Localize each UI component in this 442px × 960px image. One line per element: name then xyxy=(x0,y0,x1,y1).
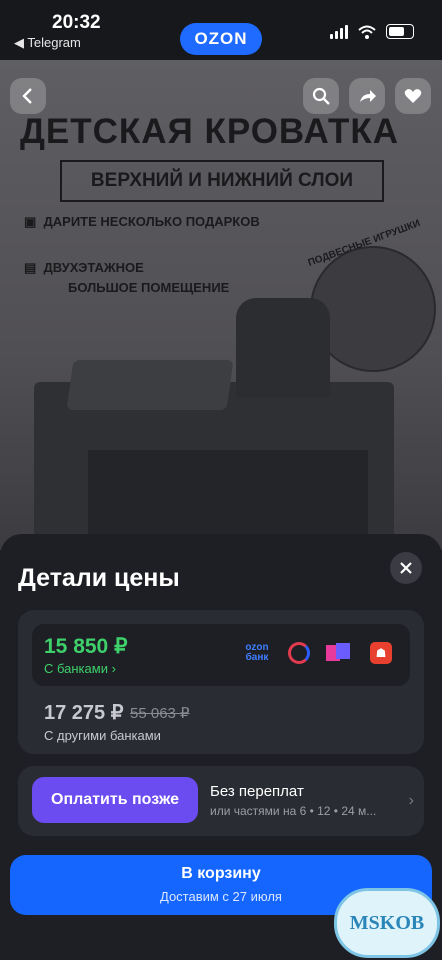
other-bank-price: 17 275 ₽ xyxy=(44,702,124,724)
gift-feature-text: ▣ ДАРИТЕ НЕСКОЛЬКО ПОДАРКОВ xyxy=(24,214,260,229)
other-bank-label: С другими банками xyxy=(44,728,161,743)
bunk-feature-text: ▤ ДВУХЭТАЖНОЕ xyxy=(24,260,144,275)
share-icon xyxy=(360,90,376,102)
pay-later-title: Без переплат xyxy=(210,783,304,800)
back-to-app-link[interactable]: ◀ Telegram xyxy=(14,35,81,51)
ozon-logo-pill: OZON xyxy=(180,23,262,55)
chevron-left-icon xyxy=(22,88,32,104)
bank-price-link[interactable]: С банками › xyxy=(44,661,116,676)
watermark-logo: MSKOB xyxy=(334,888,440,958)
bank-price: 15 850 ₽ xyxy=(44,635,128,658)
close-icon xyxy=(400,562,412,574)
wifi-icon xyxy=(358,25,376,39)
system-icons xyxy=(330,24,414,39)
cart-button-label: В корзину xyxy=(181,865,261,882)
bank-price-row[interactable]: 15 850 ₽ С банками › ozon банк ☗ xyxy=(32,624,410,686)
heart-icon xyxy=(404,89,422,103)
bank-logo-round xyxy=(288,642,310,664)
battery-icon xyxy=(386,24,414,39)
status-bar: 20:32 ◀ Telegram OZON xyxy=(0,0,442,60)
image-subtitle-text: ВЕРХНИЙ И НИЖНИЙ СЛОИ xyxy=(60,160,384,202)
sheet-title: Детали цены xyxy=(18,564,180,592)
pay-later-row[interactable]: Оплатить позже Без переплат или частями … xyxy=(18,766,424,836)
product-image[interactable]: ДЕТСКАЯ КРОВАТКА ВЕРХНИЙ И НИЖНИЙ СЛОИ ▣… xyxy=(0,60,442,550)
search-button[interactable] xyxy=(303,78,339,114)
back-button[interactable] xyxy=(10,78,46,114)
ozon-bank-logo: ozon банк xyxy=(245,642,269,663)
bank-logo-squares xyxy=(326,643,354,663)
favorite-button[interactable] xyxy=(395,78,431,114)
changer-illustration xyxy=(66,360,234,410)
signal-icon xyxy=(330,24,348,39)
bank-logos: ozon банк ☗ xyxy=(242,642,392,664)
pay-later-subtitle: или частями на 6 • 12 • 24 м... xyxy=(210,804,377,818)
old-price: 55 063 ₽ xyxy=(130,705,190,722)
bank-logo-red: ☗ xyxy=(370,642,392,664)
clock: 20:32 xyxy=(52,12,101,33)
pay-later-button[interactable]: Оплатить позже xyxy=(32,777,198,823)
search-icon xyxy=(312,87,330,105)
bunk-feature-text-2: БОЛЬШОЕ ПОМЕЩЕНИЕ xyxy=(68,280,230,295)
price-card: 15 850 ₽ С банками › ozon банк ☗ 17 275 … xyxy=(18,610,424,754)
share-button[interactable] xyxy=(349,78,385,114)
close-button[interactable] xyxy=(390,552,422,584)
image-title-text: ДЕТСКАЯ КРОВАТКА xyxy=(20,112,400,151)
chevron-right-icon: › xyxy=(408,792,414,809)
bassinet-illustration xyxy=(236,298,330,398)
